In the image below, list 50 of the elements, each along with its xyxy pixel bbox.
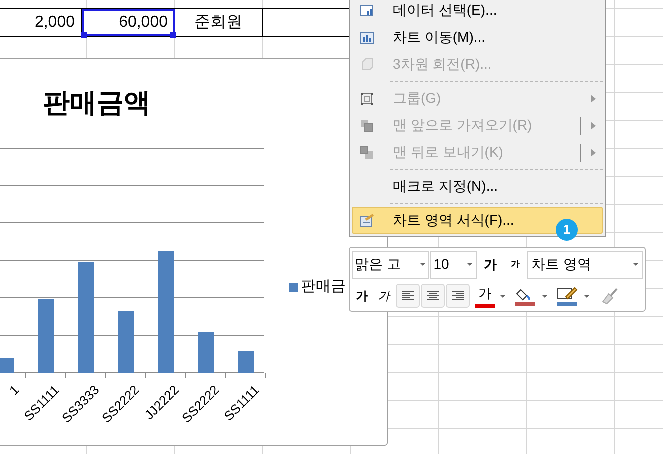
caret-icon [420,263,426,266]
bar [118,311,134,373]
align-center-button[interactable] [421,284,445,308]
caret-icon [542,294,548,298]
align-left-icon [402,291,414,301]
selection-handle[interactable] [81,32,87,38]
axis-label: 1 [5,381,24,400]
menu-item-label: 데이터 선택(E)... [393,1,498,20]
font-name-field[interactable]: 맑은 고 [352,250,429,278]
font-size-field[interactable]: 10 [430,250,477,278]
align-center-icon [427,291,439,301]
legend-swatch [289,282,298,292]
menu-item-label: 맨 앞으로 가져오기(R) [393,116,532,135]
shrink-font-button[interactable]: 가 [504,252,526,278]
group-icon [359,90,375,106]
menu-item-label: 3차원 회전(R)... [393,55,492,74]
chart-title: 판매금액 [43,87,151,120]
menu-item-label: 차트 영역 서식(F)... [393,211,514,230]
layers-icon [359,144,375,160]
align-right-icon [452,291,464,301]
table-cell: 60,000 [82,9,175,36]
chart-element-field[interactable]: 차트 영역 [527,250,644,278]
caret-icon [633,263,640,266]
caret-icon [500,294,506,298]
font-color-button[interactable]: 가 [475,284,495,308]
selection-handle[interactable] [170,32,176,38]
bar [0,358,14,373]
chart-element-value: 차트 영역 [531,255,592,274]
format-icon [359,212,375,228]
chart-icon [359,2,375,18]
font-size-value: 10 [434,255,450,274]
grow-font-button[interactable]: 가 [478,252,504,278]
caret-icon [466,263,473,266]
menu-item[interactable]: 차트 이동(M)... [352,24,603,51]
align-left-button[interactable] [396,284,420,308]
menu-item[interactable]: 데이터 선택(E)... [352,0,603,24]
legend-label: 판매금 [301,277,346,297]
bar-chart-icon [359,30,375,46]
table-cell: 준회원 [175,9,263,36]
pen-outline-icon[interactable] [557,286,579,306]
bold-button[interactable]: 가 [352,284,372,308]
bar [198,332,214,373]
menu-item-label: 매크로 지정(N)... [393,177,498,196]
menu-item-label: 그룹(G) [393,89,442,108]
menu-item-label: 차트 이동(M)... [393,28,486,47]
align-right-button[interactable] [446,284,470,308]
menu-item-label: 맨 뒤로 보내기(K) [393,143,504,162]
bar [238,351,254,373]
caret-icon [584,294,590,298]
layers-icon [359,118,375,134]
